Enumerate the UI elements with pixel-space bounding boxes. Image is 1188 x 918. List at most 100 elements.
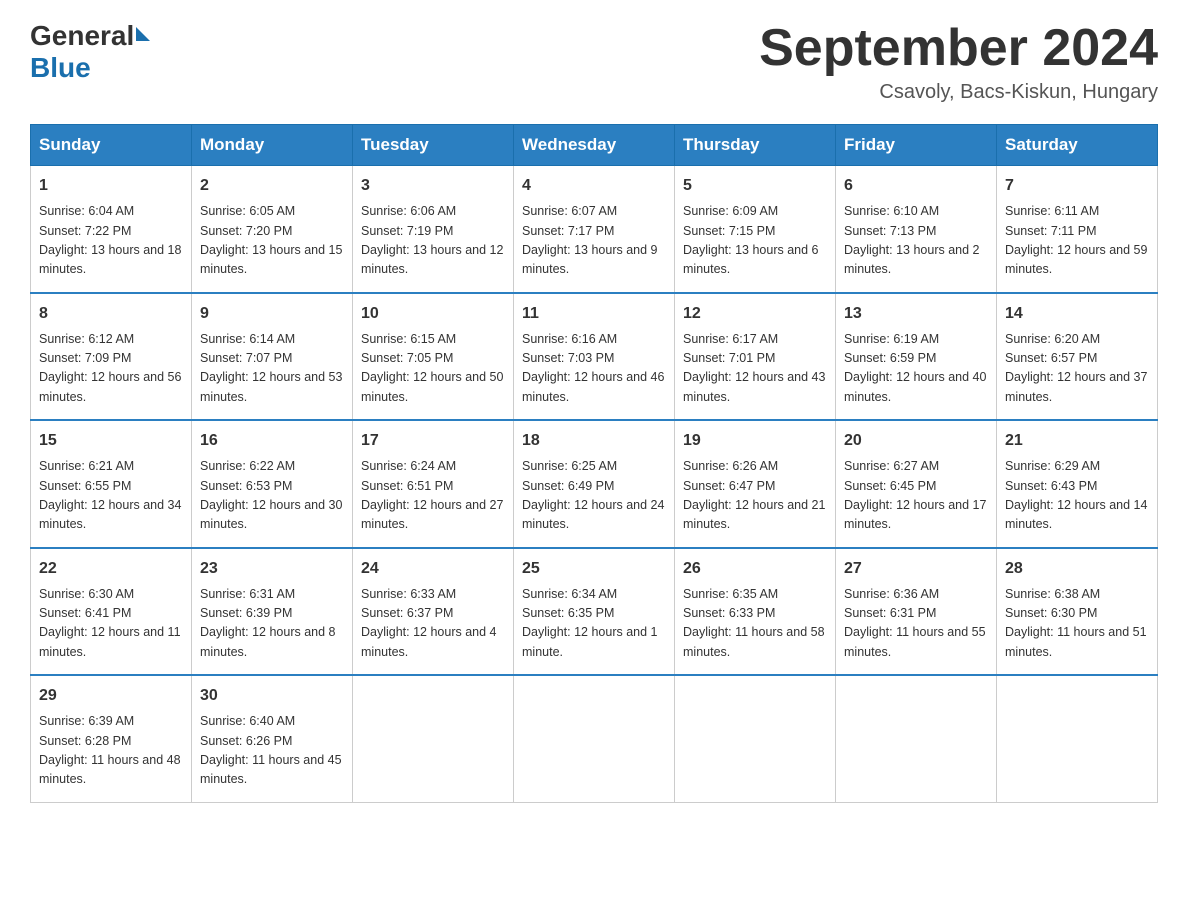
calendar-cell: 29 Sunrise: 6:39 AMSunset: 6:28 PMDayligh… — [31, 675, 192, 802]
day-number: 29 — [39, 684, 183, 708]
calendar-cell: 27 Sunrise: 6:36 AMSunset: 6:31 PMDayligh… — [836, 548, 997, 676]
day-number: 1 — [39, 174, 183, 198]
day-number: 11 — [522, 302, 666, 326]
day-info: Sunrise: 6:33 AMSunset: 6:37 PMDaylight:… — [361, 585, 505, 663]
day-info: Sunrise: 6:34 AMSunset: 6:35 PMDaylight:… — [522, 585, 666, 663]
weekday-header-thursday: Thursday — [675, 125, 836, 166]
calendar-week-row: 8Sunrise: 6:12 AMSunset: 7:09 PMDaylight… — [31, 293, 1158, 421]
weekday-header-wednesday: Wednesday — [514, 125, 675, 166]
day-number: 24 — [361, 557, 505, 581]
calendar-cell — [836, 675, 997, 802]
day-number: 3 — [361, 174, 505, 198]
calendar-cell: 14 Sunrise: 6:20 AMSunset: 6:57 PMDayligh… — [997, 293, 1158, 421]
calendar-cell — [675, 675, 836, 802]
day-number: 16 — [200, 429, 344, 453]
day-info: Sunrise: 6:27 AMSunset: 6:45 PMDaylight:… — [844, 457, 988, 535]
day-info: Sunrise: 6:21 AMSunset: 6:55 PMDaylight:… — [39, 457, 183, 535]
day-info: Sunrise: 6:24 AMSunset: 6:51 PMDaylight:… — [361, 457, 505, 535]
calendar-subtitle: Csavoly, Bacs-Kiskun, Hungary — [759, 81, 1158, 104]
day-number: 27 — [844, 557, 988, 581]
day-info: Sunrise: 6:07 AMSunset: 7:17 PMDaylight:… — [522, 202, 666, 280]
day-info: Sunrise: 6:10 AMSunset: 7:13 PMDaylight:… — [844, 202, 988, 280]
day-info: Sunrise: 6:09 AMSunset: 7:15 PMDaylight:… — [683, 202, 827, 280]
day-number: 25 — [522, 557, 666, 581]
day-number: 19 — [683, 429, 827, 453]
calendar-cell: 6 Sunrise: 6:10 AMSunset: 7:13 PMDaylight… — [836, 166, 997, 293]
day-number: 30 — [200, 684, 344, 708]
day-number: 28 — [1005, 557, 1149, 581]
calendar-cell: 13Sunrise: 6:19 AMSunset: 6:59 PMDayligh… — [836, 293, 997, 421]
calendar-cell: 20 Sunrise: 6:27 AMSunset: 6:45 PMDayligh… — [836, 420, 997, 548]
day-number: 17 — [361, 429, 505, 453]
day-number: 7 — [1005, 174, 1149, 198]
day-number: 15 — [39, 429, 183, 453]
calendar-cell: 4 Sunrise: 6:07 AMSunset: 7:17 PMDaylight… — [514, 166, 675, 293]
weekday-header-saturday: Saturday — [997, 125, 1158, 166]
calendar-cell: 26 Sunrise: 6:35 AMSunset: 6:33 PMDayligh… — [675, 548, 836, 676]
calendar-cell: 19 Sunrise: 6:26 AMSunset: 6:47 PMDayligh… — [675, 420, 836, 548]
logo-arrow-icon — [136, 27, 150, 41]
day-info: Sunrise: 6:16 AMSunset: 7:03 PMDaylight:… — [522, 330, 666, 408]
calendar-cell — [997, 675, 1158, 802]
day-number: 22 — [39, 557, 183, 581]
calendar-week-row: 29 Sunrise: 6:39 AMSunset: 6:28 PMDayligh… — [31, 675, 1158, 802]
calendar-table: SundayMondayTuesdayWednesdayThursdayFrid… — [30, 124, 1158, 803]
day-number: 21 — [1005, 429, 1149, 453]
weekday-header-row: SundayMondayTuesdayWednesdayThursdayFrid… — [31, 125, 1158, 166]
calendar-cell: 5 Sunrise: 6:09 AMSunset: 7:15 PMDaylight… — [675, 166, 836, 293]
day-info: Sunrise: 6:11 AMSunset: 7:11 PMDaylight:… — [1005, 202, 1149, 280]
calendar-cell: 16Sunrise: 6:22 AMSunset: 6:53 PMDayligh… — [192, 420, 353, 548]
calendar-week-row: 1 Sunrise: 6:04 AMSunset: 7:22 PMDaylight… — [31, 166, 1158, 293]
title-block: September 2024 Csavoly, Bacs-Kiskun, Hun… — [759, 20, 1158, 104]
logo: General Blue — [30, 20, 150, 84]
day-info: Sunrise: 6:38 AMSunset: 6:30 PMDaylight:… — [1005, 585, 1149, 663]
day-number: 5 — [683, 174, 827, 198]
day-info: Sunrise: 6:05 AMSunset: 7:20 PMDaylight:… — [200, 202, 344, 280]
day-number: 26 — [683, 557, 827, 581]
calendar-cell: 25 Sunrise: 6:34 AMSunset: 6:35 PMDayligh… — [514, 548, 675, 676]
day-info: Sunrise: 6:25 AMSunset: 6:49 PMDaylight:… — [522, 457, 666, 535]
weekday-header-tuesday: Tuesday — [353, 125, 514, 166]
calendar-cell: 1 Sunrise: 6:04 AMSunset: 7:22 PMDaylight… — [31, 166, 192, 293]
calendar-cell: 23 Sunrise: 6:31 AMSunset: 6:39 PMDayligh… — [192, 548, 353, 676]
day-info: Sunrise: 6:04 AMSunset: 7:22 PMDaylight:… — [39, 202, 183, 280]
day-number: 13 — [844, 302, 988, 326]
calendar-cell — [514, 675, 675, 802]
day-info: Sunrise: 6:14 AMSunset: 7:07 PMDaylight:… — [200, 330, 344, 408]
day-number: 23 — [200, 557, 344, 581]
weekday-header-friday: Friday — [836, 125, 997, 166]
day-number: 4 — [522, 174, 666, 198]
day-info: Sunrise: 6:40 AMSunset: 6:26 PMDaylight:… — [200, 712, 344, 790]
calendar-cell: 21 Sunrise: 6:29 AMSunset: 6:43 PMDayligh… — [997, 420, 1158, 548]
day-number: 18 — [522, 429, 666, 453]
day-number: 2 — [200, 174, 344, 198]
calendar-cell: 11 Sunrise: 6:16 AMSunset: 7:03 PMDayligh… — [514, 293, 675, 421]
day-info: Sunrise: 6:35 AMSunset: 6:33 PMDaylight:… — [683, 585, 827, 663]
day-number: 20 — [844, 429, 988, 453]
day-info: Sunrise: 6:31 AMSunset: 6:39 PMDaylight:… — [200, 585, 344, 663]
logo-general-text: General — [30, 20, 134, 52]
day-number: 9 — [200, 302, 344, 326]
calendar-cell: 30 Sunrise: 6:40 AMSunset: 6:26 PMDayligh… — [192, 675, 353, 802]
calendar-cell: 24 Sunrise: 6:33 AMSunset: 6:37 PMDayligh… — [353, 548, 514, 676]
day-info: Sunrise: 6:36 AMSunset: 6:31 PMDaylight:… — [844, 585, 988, 663]
calendar-cell: 17 Sunrise: 6:24 AMSunset: 6:51 PMDayligh… — [353, 420, 514, 548]
calendar-cell: 9 Sunrise: 6:14 AMSunset: 7:07 PMDaylight… — [192, 293, 353, 421]
day-number: 10 — [361, 302, 505, 326]
day-number: 14 — [1005, 302, 1149, 326]
day-info: Sunrise: 6:29 AMSunset: 6:43 PMDaylight:… — [1005, 457, 1149, 535]
day-info: Sunrise: 6:39 AMSunset: 6:28 PMDaylight:… — [39, 712, 183, 790]
day-number: 6 — [844, 174, 988, 198]
calendar-cell: 3 Sunrise: 6:06 AMSunset: 7:19 PMDaylight… — [353, 166, 514, 293]
day-info: Sunrise: 6:12 AMSunset: 7:09 PMDaylight:… — [39, 330, 183, 408]
calendar-cell: 22 Sunrise: 6:30 AMSunset: 6:41 PMDayligh… — [31, 548, 192, 676]
calendar-cell: 12Sunrise: 6:17 AMSunset: 7:01 PMDayligh… — [675, 293, 836, 421]
day-info: Sunrise: 6:06 AMSunset: 7:19 PMDaylight:… — [361, 202, 505, 280]
calendar-cell: 28 Sunrise: 6:38 AMSunset: 6:30 PMDayligh… — [997, 548, 1158, 676]
day-number: 12 — [683, 302, 827, 326]
day-info: Sunrise: 6:26 AMSunset: 6:47 PMDaylight:… — [683, 457, 827, 535]
page-header: General Blue September 2024 Csavoly, Bac… — [30, 20, 1158, 104]
calendar-title: September 2024 — [759, 20, 1158, 77]
day-info: Sunrise: 6:30 AMSunset: 6:41 PMDaylight:… — [39, 585, 183, 663]
day-info: Sunrise: 6:20 AMSunset: 6:57 PMDaylight:… — [1005, 330, 1149, 408]
